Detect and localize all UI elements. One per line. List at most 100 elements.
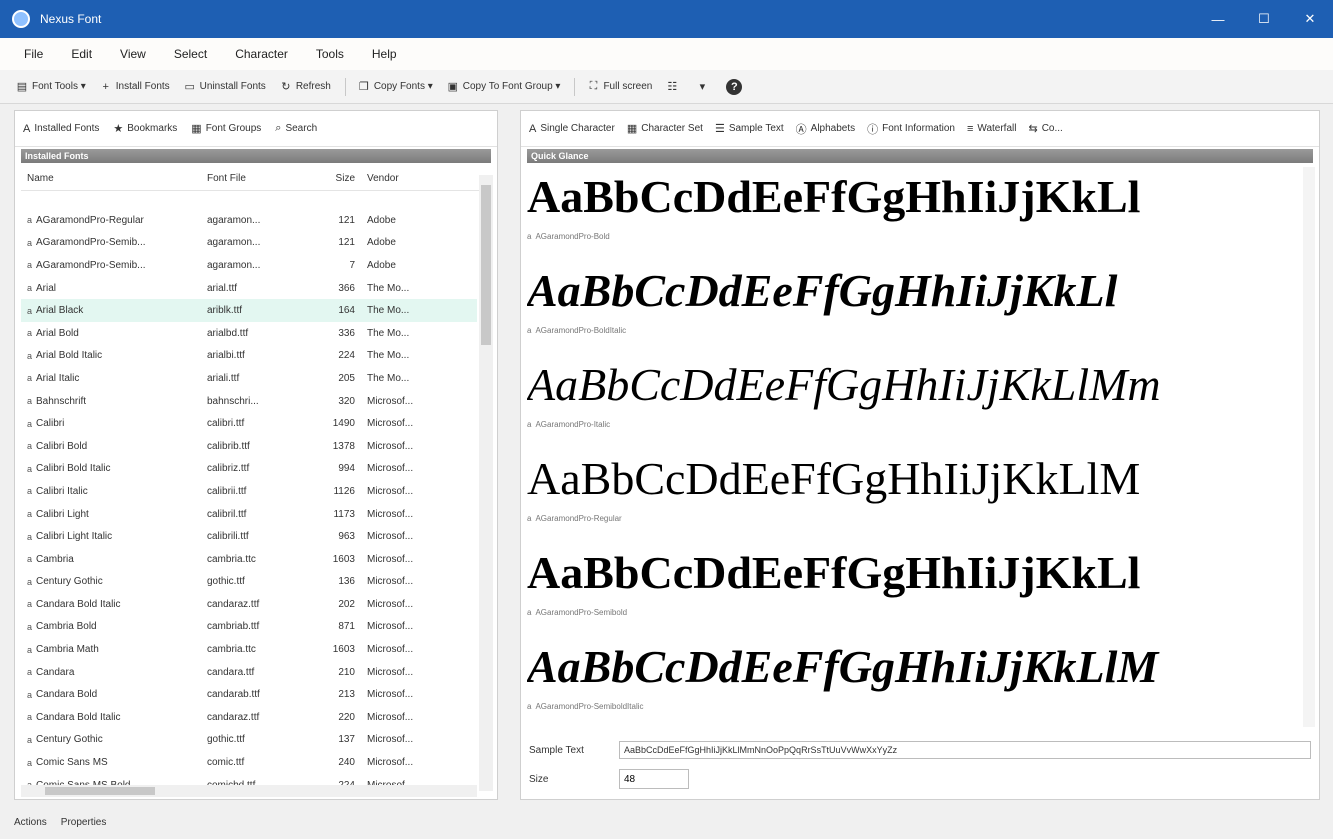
column-header-name[interactable]: Name [21,173,207,184]
sample-text-input[interactable] [619,741,1311,759]
installed-fonts-group-header: Installed Fonts [21,149,491,163]
toolbar: ▤ Font Tools ▾ + Install Fonts ▭ Uninstall Fo… [0,70,1333,104]
font-row[interactable]: a AGaramondPro-Regular agaramon... 121 Adobe [21,209,477,232]
uninstall-fonts-button[interactable]: ▭ Uninstall Fonts [184,81,265,93]
font-sample[interactable]: AaBbCcDdEeFfGgHhIiJjKkLl a AGaramondPro-Se… [527,543,1297,637]
font-name-cell: a Bahnschrift [21,396,207,407]
scrollbar-thumb[interactable] [481,185,491,345]
view-toggle-button[interactable]: ▾ [696,81,712,93]
install-fonts-button[interactable]: + Install Fonts [100,81,170,93]
tab-bookmarks[interactable]: ★ Bookmarks [113,122,177,135]
sample-text-preview: AaBbCcDdEeFfGgHhIiJjKkLl [527,547,1141,598]
close-button[interactable]: ✕ [1287,0,1333,38]
tab-search[interactable]: ⌕ Search [275,122,317,135]
bottom-tab-properties[interactable]: Properties [61,817,107,828]
font-row[interactable]: a AGaramondPro-Semib... agaramon... 121 Adob… [21,232,477,255]
font-row[interactable]: a Calibri Bold Italic calibriz.ttf 994 Micro… [21,458,477,481]
font-name-cell: a Calibri Bold [21,441,207,452]
tab-installed-fonts[interactable]: A Installed Fonts [23,123,99,135]
font-row[interactable]: a Cambria Math cambria.ttc 1603 Microsof... [21,638,477,661]
font-row[interactable]: a Comic Sans MS comic.ttf 240 Microsof... [21,751,477,774]
menu-view[interactable]: View [120,47,146,61]
font-row[interactable]: a Century Gothic gothic.ttf 137 Microsof... [21,729,477,752]
font-row[interactable]: a Arial Italic ariali.ttf 205 The Mo... [21,367,477,390]
preview-pane-tabs: A Single Character ▦ Character Set ☰ Sample T… [521,111,1319,147]
font-row[interactable]: a Candara candara.ttf 210 Microsof... [21,661,477,684]
tab-character-set[interactable]: ▦ Character Set [627,122,703,135]
font-row[interactable]: a Calibri Light Italic calibrili.ttf 963 Mic… [21,525,477,548]
minimize-button[interactable]: — [1195,0,1241,38]
font-name-cell: a Calibri [21,418,207,429]
font-file-cell: cambria.ttc [207,644,256,656]
font-row[interactable]: a Calibri Italic calibrii.ttf 1126 Microsof.… [21,480,477,503]
menu-file[interactable]: File [24,47,43,61]
font-row[interactable]: a Calibri calibri.ttf 1490 Microsof... [21,412,477,435]
font-row[interactable]: a Calibri Bold calibrib.ttf 1378 Microsof... [21,435,477,458]
font-file-icon: a [27,599,33,610]
font-tools-button[interactable]: ▤ Font Tools ▾ [16,81,86,93]
tab-waterfall[interactable]: ≡ Waterfall [967,123,1017,135]
full-screen-button[interactable]: ⛶ Full screen [587,80,653,93]
preview-vertical-scrollbar[interactable] [1303,167,1315,727]
font-vendor-cell: Microsof... [367,485,414,497]
font-row[interactable]: a Candara Bold Italic candaraz.ttf 202 Micro… [21,593,477,616]
tab-alphabets[interactable]: Ⓐ Alphabets [796,121,855,137]
font-row[interactable]: a Bahnschrift bahnschri... 320 Microsof... [21,390,477,413]
font-list-horizontal-scrollbar[interactable] [21,785,477,797]
font-row[interactable]: a Arial Bold arialbd.ttf 336 The Mo... [21,322,477,345]
font-row[interactable]: a Candara Bold Italic candaraz.ttf 220 Micro… [21,706,477,729]
font-sample[interactable]: AaBbCcDdEeFfGgHhIiJjKkLlM a AGaramondPro-R… [527,449,1297,543]
refresh-button[interactable]: ↻ Refresh [280,81,331,93]
menu-edit[interactable]: Edit [71,47,92,61]
font-list-vertical-scrollbar[interactable] [479,175,493,791]
menu-help[interactable]: Help [372,47,397,61]
tab-font-information[interactable]: ⓘ Font Information [867,121,955,137]
tab-sample-text[interactable]: ☰ Sample Text [715,122,784,135]
font-row[interactable]: a Calibri Light calibril.ttf 1173 Microsof..… [21,503,477,526]
column-header-vendor[interactable]: Vendor [367,173,447,184]
tab-compare[interactable]: ⇆ Co... [1028,122,1062,135]
font-sample[interactable]: AaBbCcDdEeFfGgHhIiJjKkLl a AGaramondPro-Bo… [527,261,1297,355]
font-file-cell: candara.ttf [207,666,255,678]
copy-to-font-group-button[interactable]: ▣ Copy To Font Group ▾ [447,81,561,93]
font-vendor-cell: Adobe [367,214,396,226]
sample-text-row: Sample Text [529,739,1311,761]
scrollbar-thumb[interactable] [45,787,155,795]
font-sample[interactable]: AaBbCcDdEeFfGgHhIiJjKkLl a AGaramondPro-Bo… [527,167,1297,261]
sample-font-name: AGaramondPro-Italic [535,419,611,429]
bottom-tab-actions[interactable]: Actions [14,817,47,828]
font-file-icon: a [27,283,33,294]
font-sample[interactable]: AaBbCcDdEeFfGgHhIiJjKkLlM a AGaramondPro-S… [527,637,1297,727]
help-icon[interactable]: ? [726,78,743,95]
font-file-icon: a [27,689,33,700]
font-row[interactable]: a Arial arial.ttf 366 The Mo... [21,277,477,300]
tab-single-character[interactable]: A Single Character [529,123,615,135]
install-icon: + [102,80,109,93]
font-row[interactable]: a Century Gothic gothic.ttf 136 Microsof... [21,571,477,594]
font-row[interactable]: a Arial Bold Italic arialbi.ttf 224 The Mo..… [21,345,477,368]
font-row[interactable]: a Cambria cambria.ttc 1603 Microsof... [21,548,477,571]
menu-tools[interactable]: Tools [316,47,344,61]
tab-font-groups[interactable]: ▦ Font Groups [191,122,261,135]
font-name: Arial Italic [36,372,80,384]
font-size-cell: 205 [338,372,355,384]
maximize-button[interactable]: ☐ [1241,0,1287,38]
font-row[interactable]: a Cambria Bold cambriab.ttf 871 Microsof... [21,616,477,639]
menu-select[interactable]: Select [174,47,207,61]
font-file-icon: a [27,418,33,429]
copy-fonts-button[interactable]: ❐ Copy Fonts ▾ [358,81,433,93]
column-header-font-file[interactable]: Font File [207,173,319,184]
font-name-cell: a AGaramondPro-Regular [21,215,207,226]
view-list-button[interactable]: ☷ [666,81,682,93]
sample-caption: a AGaramondPro-Italic [527,415,1297,433]
font-file-icon: a [27,215,33,226]
font-row[interactable]: a Arial Black ariblk.ttf 164 The Mo... [21,299,477,322]
font-row[interactable]: a AGaramondPro-Semib... agaramon... 7 Adobe [21,254,477,277]
font-size-cell: 1490 [332,418,355,430]
sample-caption: a AGaramondPro-SemiboldItalic [527,697,1297,715]
menu-character[interactable]: Character [235,47,288,61]
size-input[interactable] [619,769,689,789]
font-row[interactable]: a Candara Bold candarab.ttf 213 Microsof... [21,683,477,706]
column-header-size[interactable]: Size [319,173,367,184]
font-sample[interactable]: AaBbCcDdEeFfGgHhIiJjKkLlMm a AGaramondPro-… [527,355,1297,449]
